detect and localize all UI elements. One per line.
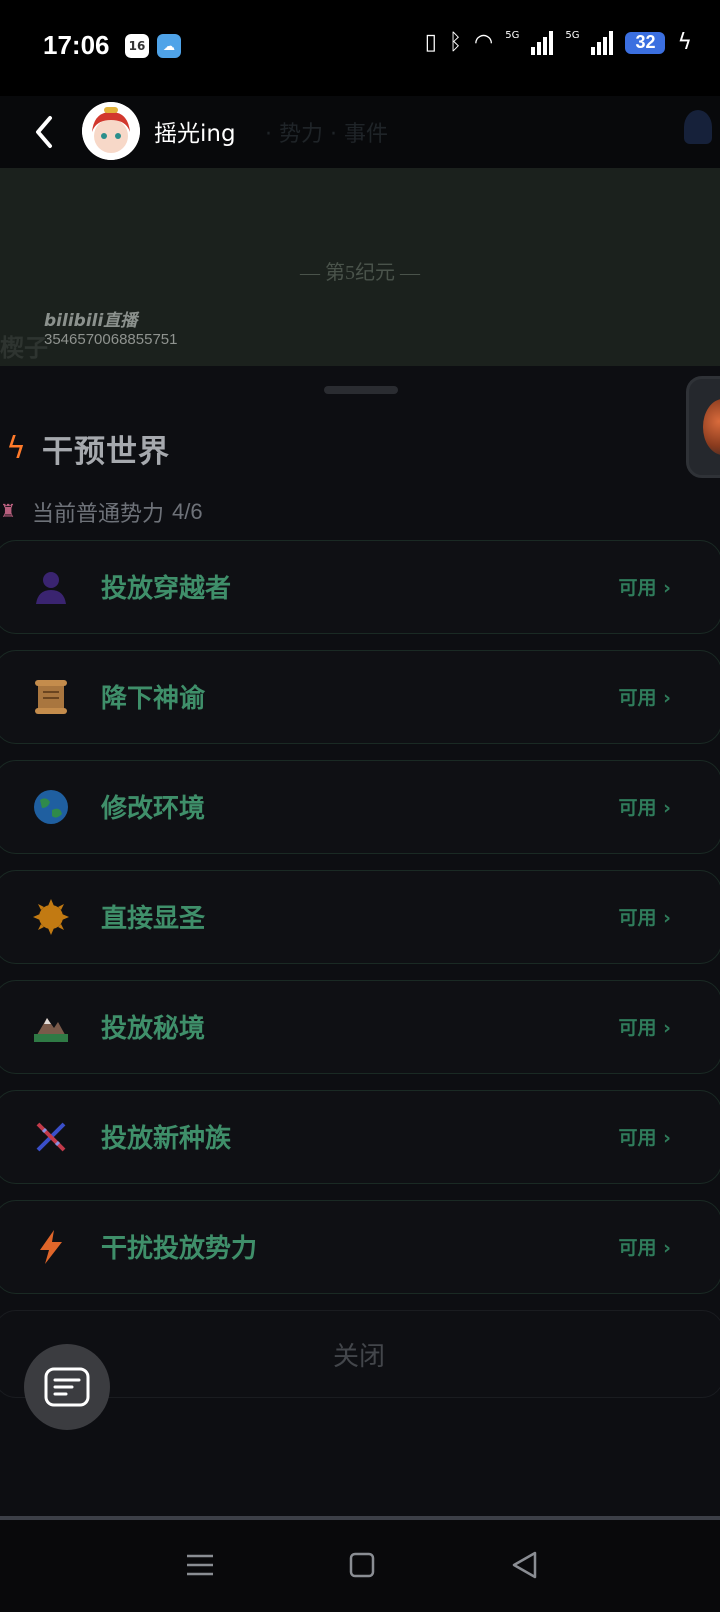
back-nav-icon[interactable] bbox=[508, 1548, 542, 1582]
lightning-icon bbox=[31, 1227, 71, 1267]
status-icons: ▯ ᛒ ◠ 5G 5G 32 ϟ bbox=[425, 30, 692, 55]
menu-nav-icon[interactable] bbox=[183, 1548, 217, 1582]
signal-icon bbox=[531, 30, 554, 55]
room-id: 3546570068855751 bbox=[44, 331, 178, 348]
action-label: 投放新种族 bbox=[101, 1124, 232, 1154]
action-status: 可用 bbox=[619, 1233, 671, 1260]
action-item-oracle[interactable]: 降下神谕 可用 bbox=[0, 650, 720, 744]
floating-menu-button[interactable] bbox=[24, 1344, 110, 1430]
globe-icon bbox=[31, 787, 71, 827]
action-label: 投放秘境 bbox=[101, 1014, 206, 1044]
status-time: 17:06 bbox=[43, 30, 110, 60]
action-status: 可用 bbox=[619, 1013, 671, 1040]
action-item-new-race[interactable]: 投放新种族 可用 bbox=[0, 1090, 720, 1184]
lightning-icon: ϟ bbox=[6, 430, 26, 466]
sheet-title: 干预世界 bbox=[42, 433, 170, 470]
floating-thumbnail[interactable] bbox=[686, 376, 720, 478]
scroll-icon bbox=[31, 677, 71, 717]
wifi-icon: ◠ bbox=[474, 30, 494, 55]
action-item-interfere[interactable]: 干扰投放势力 可用 bbox=[0, 1200, 720, 1294]
action-list: 投放穿越者 可用 降下神谕 可用 修改环境 可用 直接显圣 可用 bbox=[0, 540, 720, 1310]
mountain-icon bbox=[31, 1007, 71, 1047]
action-item-environment[interactable]: 修改环境 可用 bbox=[0, 760, 720, 854]
ghost-text: 楔子 bbox=[0, 334, 48, 362]
status-bar: 17:06 16 ☁ ▯ ᛒ ◠ 5G 5G 32 ϟ bbox=[0, 0, 720, 96]
castle-icon: ♜ bbox=[0, 501, 17, 522]
vibrate-icon: ▯ bbox=[424, 30, 437, 55]
streamer-name[interactable]: 摇光ing bbox=[154, 114, 236, 148]
network-label-2: 5G bbox=[565, 30, 580, 41]
action-label: 降下神谕 bbox=[101, 684, 206, 714]
list-icon bbox=[44, 1367, 90, 1407]
home-nav-icon[interactable] bbox=[345, 1548, 379, 1582]
system-nav-bar bbox=[0, 1516, 720, 1612]
stream-preview[interactable]: — 第5纪元 — 楔子 bilibili直播 3546570068855751 bbox=[0, 168, 720, 366]
action-status: 可用 bbox=[619, 573, 671, 600]
signal-icon-2 bbox=[591, 30, 614, 55]
bluetooth-icon: ᛒ bbox=[448, 30, 463, 55]
action-status: 可用 bbox=[619, 683, 671, 710]
avatar[interactable] bbox=[82, 102, 140, 160]
stream-header: · 势力 · 事件 摇光ing bbox=[0, 96, 720, 168]
action-item-secret-realm[interactable]: 投放秘境 可用 bbox=[0, 980, 720, 1074]
network-label-1: 5G bbox=[505, 30, 520, 41]
calendar-icon: 16 bbox=[125, 34, 149, 58]
action-status: 可用 bbox=[619, 903, 671, 930]
ghost-tabs: · 势力 · 事件 bbox=[265, 122, 388, 147]
battery-icon: 32 bbox=[625, 31, 666, 54]
weather-icon: ☁ bbox=[157, 34, 181, 58]
action-status: 可用 bbox=[619, 793, 671, 820]
power-indicator: ♜ 当前普通势力 4/6 bbox=[0, 496, 203, 528]
sheet-header: ϟ 干预世界 bbox=[0, 426, 170, 470]
person-icon bbox=[31, 567, 71, 607]
bilibili-logo: bilibili直播 bbox=[44, 311, 138, 331]
power-count: 4/6 bbox=[172, 499, 203, 524]
sun-icon bbox=[31, 897, 71, 937]
action-label: 修改环境 bbox=[101, 794, 206, 824]
action-item-manifest[interactable]: 直接显圣 可用 bbox=[0, 870, 720, 964]
action-item-traveler[interactable]: 投放穿越者 可用 bbox=[0, 540, 720, 634]
profile-icon bbox=[684, 110, 712, 144]
power-label: 当前普通势力 bbox=[32, 502, 165, 527]
charging-icon: ϟ bbox=[677, 30, 692, 55]
era-title: — 第5纪元 — bbox=[300, 262, 420, 284]
action-status: 可用 bbox=[619, 1123, 671, 1150]
back-arrow-icon[interactable] bbox=[30, 112, 60, 152]
action-label: 干扰投放势力 bbox=[101, 1234, 258, 1264]
drag-handle[interactable] bbox=[324, 386, 398, 394]
intervene-sheet: ϟ 干预世界 ♜ 当前普通势力 4/6 投放穿越者 可用 降下神谕 可用 修改环… bbox=[0, 366, 720, 1516]
action-label: 投放穿越者 bbox=[101, 574, 232, 604]
dna-icon bbox=[31, 1117, 71, 1157]
action-label: 直接显圣 bbox=[101, 904, 206, 934]
